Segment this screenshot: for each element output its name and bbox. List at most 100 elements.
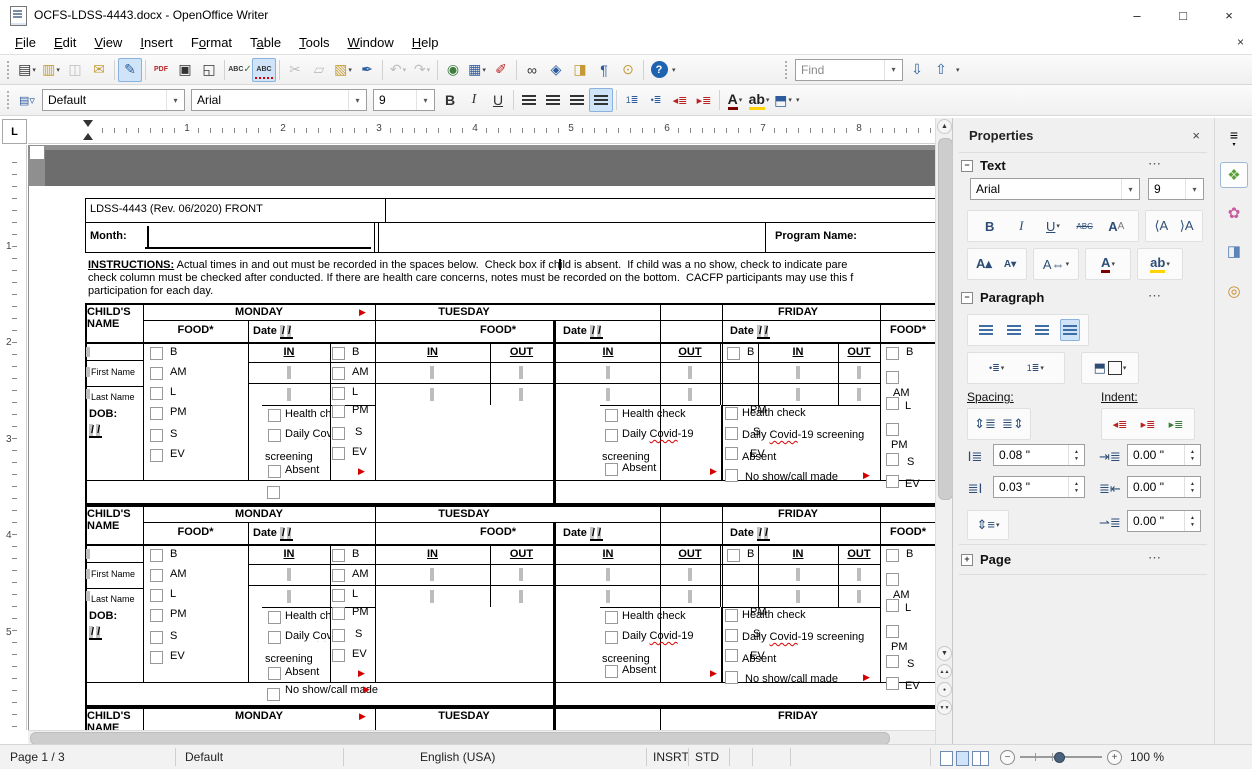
below-paragraph-spacing-field[interactable]: 0.03 " ▲ ▼ [993, 476, 1085, 498]
export-pdf-button[interactable]: PDF [149, 58, 173, 82]
find-previous-button[interactable]: ⇧ [929, 58, 953, 82]
align-center-button[interactable] [1004, 319, 1024, 341]
toolbar-drag-handle[interactable] [6, 59, 11, 80]
meal-checkbox-s[interactable] [150, 429, 163, 442]
strikethrough-button[interactable]: ABC [1075, 215, 1095, 237]
meal-checkbox-am[interactable] [150, 569, 163, 582]
bold-button[interactable]: B [438, 88, 462, 112]
highlighting-button[interactable]: ab ▾ [1150, 253, 1170, 275]
maximize-button[interactable]: □ [1160, 0, 1206, 30]
meal-checkbox-s[interactable] [886, 453, 899, 466]
undo-button[interactable]: ↶ ▾ [386, 58, 410, 82]
language-indicator[interactable]: English (USA) [420, 750, 495, 764]
font-size-select[interactable]: 9 ▾ [373, 89, 435, 111]
meal-checkbox-b[interactable] [332, 347, 345, 360]
zoom-button[interactable]: ⊙ [616, 58, 640, 82]
toolbar-options-icon[interactable]: ▾ [672, 66, 676, 74]
help-button[interactable]: ? [647, 58, 671, 82]
scroll-up-icon[interactable]: ▲ [937, 119, 952, 134]
no-show-checkbox[interactable] [725, 671, 738, 684]
insert-table-button[interactable]: ▦ ▾ [465, 58, 489, 82]
dob-field[interactable]: / / [89, 424, 103, 438]
navigation-button[interactable]: ● [937, 682, 952, 697]
menu-view[interactable]: View [85, 33, 131, 52]
meal-checkbox-l[interactable] [332, 387, 345, 400]
covid-screening-checkbox[interactable] [268, 631, 281, 644]
meal-checkbox-am[interactable] [886, 371, 899, 384]
absent-checkbox[interactable] [268, 465, 281, 478]
vertical-scrollbar[interactable]: ▲ ▼ ▲▲ ● ▼▼ [935, 118, 953, 744]
meal-checkbox-b[interactable] [150, 549, 163, 562]
find-toolbar-drag-handle[interactable] [784, 59, 789, 80]
scroll-down-icon[interactable]: ▼ [937, 646, 952, 661]
numbered-list-button[interactable]: 1≣ ▾ [1025, 357, 1045, 379]
indent-marker-bottom[interactable] [83, 133, 93, 140]
styles-formatting-button[interactable]: ▤▿ [15, 88, 39, 112]
paragraph-more-options-icon[interactable]: ⋯ [1148, 288, 1162, 304]
font-name-select[interactable]: Arial ▾ [191, 89, 367, 111]
meal-checkbox-am[interactable] [150, 367, 163, 380]
meal-checkbox-pm[interactable] [886, 423, 899, 436]
cut-button[interactable]: ✂ [283, 58, 307, 82]
align-right-button[interactable] [565, 88, 589, 112]
navigator-tab[interactable]: ◎ [1220, 278, 1248, 304]
edit-mode-button[interactable]: ✎ [118, 57, 142, 82]
increase-spacing-button[interactable]: ⟨A [1151, 215, 1171, 237]
meal-checkbox-l[interactable] [150, 387, 163, 400]
increase-indent-button[interactable]: ▸≣ [692, 88, 716, 112]
align-right-button[interactable] [1032, 319, 1052, 341]
meal-checkbox-b[interactable] [727, 549, 740, 562]
meal-checkbox-ev[interactable] [886, 475, 899, 488]
sidebar-font-name-select[interactable]: Arial ▾ [970, 178, 1140, 200]
page-section-header[interactable]: + Page [961, 552, 1011, 567]
paragraph-section-header[interactable]: − Paragraph [961, 290, 1044, 305]
align-justify-button[interactable] [1060, 319, 1080, 341]
open-button[interactable]: ▥ ▾ [39, 58, 63, 82]
auto-spellcheck-button[interactable]: ABC [252, 57, 276, 82]
shrink-font-button[interactable]: A▾ [1000, 253, 1020, 275]
zoom-in-icon[interactable]: + [1107, 750, 1122, 765]
redo-button[interactable]: ↷ ▾ [410, 58, 434, 82]
align-left-button[interactable] [976, 319, 996, 341]
menu-tools[interactable]: Tools [290, 33, 338, 52]
meal-checkbox-l[interactable] [886, 599, 899, 612]
health-check-checkbox[interactable] [725, 609, 738, 622]
meal-checkbox-b[interactable] [886, 347, 899, 360]
meal-checkbox-pm[interactable] [886, 625, 899, 638]
absent-checkbox[interactable] [605, 463, 618, 476]
spellcheck-button[interactable]: ABC ✓ [228, 58, 252, 82]
draw-functions-button[interactable]: ✐ [489, 58, 513, 82]
page-indicator[interactable]: Page 1 / 3 [10, 750, 65, 764]
meal-checkbox-ev[interactable] [150, 449, 163, 462]
decrease-indent-button[interactable]: ◂≣ [668, 88, 692, 112]
line-spacing-button[interactable]: ⇕≡ ▾ [977, 514, 1000, 536]
meal-checkbox-b[interactable] [150, 347, 163, 360]
navigator-button[interactable]: ◈ [544, 58, 568, 82]
previous-page-button[interactable]: ▲▲ [937, 664, 952, 679]
close-document-icon[interactable]: × [1237, 35, 1244, 49]
menu-edit[interactable]: Edit [45, 33, 85, 52]
close-button[interactable]: × [1206, 0, 1252, 30]
decrease-indent-button[interactable]: ◂≣ [1110, 413, 1130, 435]
tab-stop-selector[interactable]: L [2, 119, 27, 144]
grow-font-button[interactable]: A▴ [974, 253, 994, 275]
meal-checkbox-s[interactable] [332, 427, 345, 440]
menu-file[interactable]: File [6, 33, 45, 52]
meal-checkbox-am[interactable] [332, 367, 345, 380]
dob-field[interactable]: / / [89, 626, 103, 640]
sidebar-close-icon[interactable]: × [1192, 128, 1200, 143]
multi-page-view-icon[interactable] [956, 751, 969, 766]
menu-format[interactable]: Format [182, 33, 241, 52]
absent-checkbox[interactable] [605, 665, 618, 678]
meal-checkbox-pm[interactable] [332, 405, 345, 418]
health-check-checkbox[interactable] [605, 409, 618, 422]
formatting-marks-button[interactable]: ¶ [592, 58, 616, 82]
meal-checkbox-ev[interactable] [150, 651, 163, 664]
find-replace-button[interactable]: ∞ [520, 58, 544, 82]
document-canvas[interactable]: LDSS-4443 (Rev. 06/2020) FRONT Month: Pr… [28, 145, 935, 730]
meal-checkbox-b[interactable] [886, 549, 899, 562]
sidebar-font-size-select[interactable]: 9 ▾ [1148, 178, 1204, 200]
bold-button[interactable]: B [980, 215, 1000, 237]
covid-screening-checkbox[interactable] [605, 631, 618, 644]
toolbar-drag-handle[interactable] [6, 90, 11, 110]
